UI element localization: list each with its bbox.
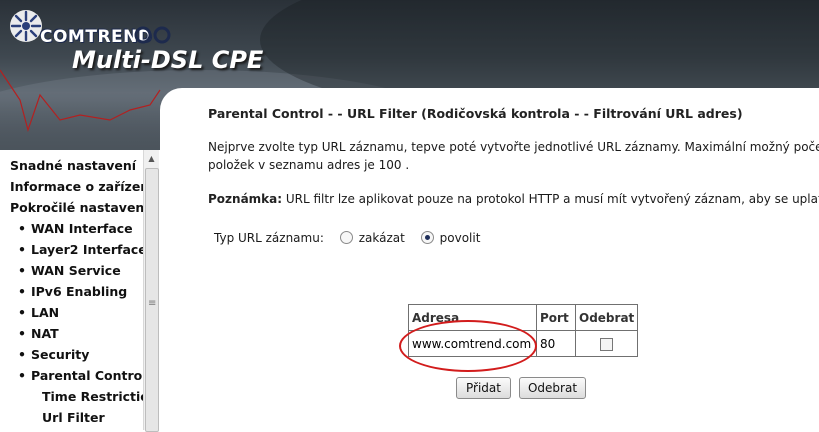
main-content: Parental Control - - URL Filter (Rodičov… bbox=[160, 88, 819, 430]
sidebar-item-device-info[interactable]: Informace o zařízení bbox=[10, 179, 143, 194]
sidebar-item-nat[interactable]: NAT bbox=[18, 326, 59, 341]
scroll-up-arrow-icon[interactable]: ▲ bbox=[144, 152, 159, 166]
column-header-port: Port bbox=[536, 304, 576, 331]
description-line-2: položek v seznamu adres je 100 . bbox=[208, 158, 410, 172]
sidebar-item-time-restriction[interactable]: Time Restriction bbox=[42, 389, 143, 404]
sidebar-item-wan-interface[interactable]: WAN Interface bbox=[18, 221, 133, 236]
note-text: URL filtr lze aplikovat pouze na protoko… bbox=[282, 192, 819, 206]
add-button[interactable]: Přidat bbox=[456, 377, 511, 399]
note: Poznámka: URL filtr lze aplikovat pouze … bbox=[208, 192, 819, 206]
brand-circles-icon bbox=[134, 26, 171, 44]
sidebar-item-url-filter[interactable]: Url Filter bbox=[42, 410, 105, 425]
radio-deny-label: zakázat bbox=[358, 231, 405, 245]
product-title: Multi-DSL CPE bbox=[72, 46, 264, 74]
sidebar-item-lan[interactable]: LAN bbox=[18, 305, 59, 320]
radio-deny[interactable] bbox=[339, 231, 353, 244]
radio-allow[interactable] bbox=[420, 231, 434, 244]
cell-remove bbox=[574, 330, 639, 357]
url-type-row: Typ URL záznamu: zakázat povolit bbox=[214, 231, 480, 245]
sidebar-item-advanced-setup[interactable]: Pokročilé nastavení bbox=[10, 200, 143, 215]
description-line-1: Nejprve zvolte typ URL záznamu, tepve po… bbox=[208, 140, 819, 154]
sidebar-item-quick-setup[interactable]: Snadné nastavení bbox=[10, 158, 136, 173]
sidebar-item-parental-control[interactable]: Parental Control bbox=[18, 368, 143, 383]
cell-port: 80 bbox=[536, 330, 576, 357]
sidebar-item-ipv6-enabling[interactable]: IPv6 Enabling bbox=[18, 284, 127, 299]
page-title: Parental Control - - URL Filter (Rodičov… bbox=[208, 106, 743, 121]
url-type-label: Typ URL záznamu: bbox=[214, 231, 324, 245]
radio-allow-label: povolit bbox=[439, 231, 481, 245]
scroll-grip-icon: ≡ bbox=[148, 298, 157, 309]
sidebar-item-layer2-interface[interactable]: Layer2 Interface bbox=[18, 242, 143, 257]
remove-button[interactable]: Odebrat bbox=[519, 377, 586, 399]
sidebar-item-security[interactable]: Security bbox=[18, 347, 89, 362]
remove-checkbox[interactable] bbox=[600, 337, 614, 351]
highlight-ellipse bbox=[399, 320, 537, 372]
sidebar-nav: Snadné nastavení Informace o zařízení Po… bbox=[0, 150, 143, 430]
note-label: Poznámka: bbox=[208, 192, 283, 206]
column-header-remove: Odebrat bbox=[574, 304, 639, 331]
scroll-thumb[interactable]: ≡ bbox=[145, 168, 159, 432]
sidebar-scrollbar[interactable]: ▲ ≡ bbox=[143, 150, 159, 432]
sidebar-item-wan-service[interactable]: WAN Service bbox=[18, 263, 121, 278]
